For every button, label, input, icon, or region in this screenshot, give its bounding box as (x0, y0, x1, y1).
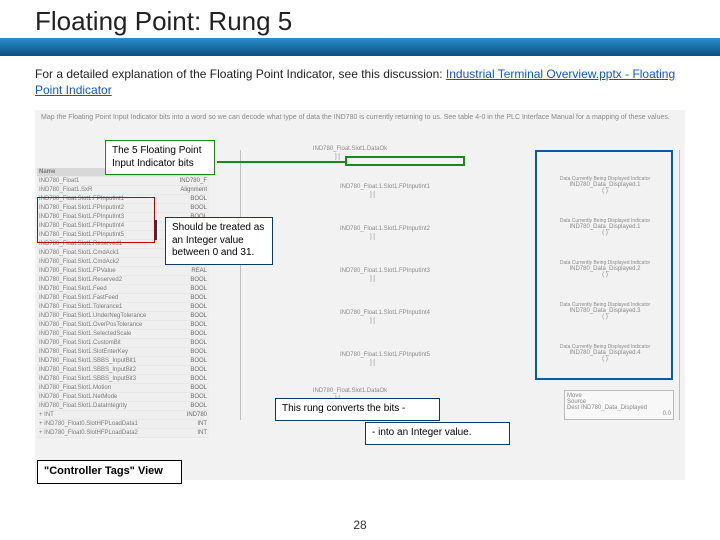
table-row: IND780_Float.Slot1.FPValueREAL (37, 267, 209, 276)
leader-line-integer (155, 220, 157, 240)
callout-integer-value: Should be treated as an Integer value be… (165, 217, 273, 265)
move-value: 0.0 (567, 411, 671, 417)
table-row: IND780_Float.Slot1.MotionBOOL (37, 384, 209, 393)
ladder-contact: IND780_Float.1.Slot1.FPInputInt5 (300, 352, 470, 358)
title-bar: Floating Point: Rung 5 (0, 0, 720, 58)
red-highlight-tags (37, 197, 155, 243)
ladder-bottom-contact: IND780_Float.Slot1.DataOk (280, 388, 420, 394)
table-row: IND780_Float.Slot1.Tolerance1BOOL (37, 303, 209, 312)
callout-into-integer: - into an Integer value. (365, 422, 510, 445)
table-row: IND780_Float.Slot1.SBBS_InputBit2BOOL (37, 366, 209, 375)
table-row: IND780_Float.Slot1.FeedBOOL (37, 285, 209, 294)
title-accent-bar (0, 38, 720, 56)
table-row: IND780_Float1.SxRAlignment (37, 186, 209, 195)
callout-indicator-bits: The 5 Floating Point Input Indicator bit… (105, 140, 215, 175)
table-row: IND780_Float.Slot1.SBBS_InputBit3BOOL (37, 375, 209, 384)
table-row: IND780_Float.Slot1.OverPosToleranceBOOL (37, 321, 209, 330)
blue-highlight-coils (535, 150, 673, 380)
callout-controller-tags-view: "Controller Tags" View (37, 460, 182, 484)
table-row: IND780_Float.Slot1.Reserved2BOOL (37, 276, 209, 285)
table-row: IND780_Float.Slot1.SBBS_InputBit1BOOL (37, 357, 209, 366)
table-row: + IND780_Float0.SlotHFPLoadData1INT (37, 420, 209, 429)
table-row: IND780_Float1IND780_F (37, 177, 209, 186)
green-highlight-top (345, 156, 465, 166)
ladder-contact: IND780_Float.1.Slot1.FPInputInt4 (300, 310, 470, 316)
move-dest-label: Dest (567, 405, 579, 411)
slide-root: Floating Point: Rung 5 For a detailed ex… (0, 0, 720, 540)
description-text: For a detailed explanation of the Floati… (35, 66, 685, 98)
callout-rung-converts: This rung converts the bits - (275, 398, 440, 421)
diagram-area: Map the Floating Point Input Indicator b… (35, 110, 685, 480)
ladder-contact: IND780_Float.1.Slot1.FPInputInt3 (300, 268, 470, 274)
move-instruction-block: Move Source Dest IND780_Data_Displayed 0… (564, 390, 674, 420)
slide-title: Floating Point: Rung 5 (35, 6, 292, 37)
table-row: + IND780_Float0.SlotHFPLoadData2INT (37, 429, 209, 438)
table-row: IND780_Float.Slot1.SlotEnterKeyBOOL (37, 348, 209, 357)
ladder-top-contact: IND780_Float.Slot1.DataOk (280, 146, 420, 152)
move-dest: IND780_Data_Displayed (581, 405, 647, 411)
ladder-contact: IND780_Float.1.Slot1.FPInputInt1 (300, 184, 470, 190)
table-row: IND780_Float.Slot1.UnderNegToleranceBOOL (37, 312, 209, 321)
table-row: IND780_Float.Slot1.DataIntegrityBOOL (37, 402, 209, 411)
table-row: IND780_Float.Slot1.FastFeedBOOL (37, 294, 209, 303)
ladder-left-rail (240, 150, 241, 420)
table-row: + INTIND780 (37, 411, 209, 420)
ladder-right-rail (679, 150, 680, 420)
table-row: IND780_Float.Slot1.NetModeBOOL (37, 393, 209, 402)
table-row: IND780_Float.Slot1.CustomBitBOOL (37, 339, 209, 348)
description-lead: For a detailed explanation of the Floati… (35, 67, 446, 81)
ladder-contact: IND780_Float.1.Slot1.FPInputInt2 (300, 226, 470, 232)
diagram-caption: Map the Floating Point Input Indicator b… (35, 110, 685, 125)
table-row: IND780_Float.Slot1.SelectedScaleBOOL (37, 330, 209, 339)
page-number: 28 (0, 518, 720, 532)
leader-line-green (217, 161, 345, 163)
